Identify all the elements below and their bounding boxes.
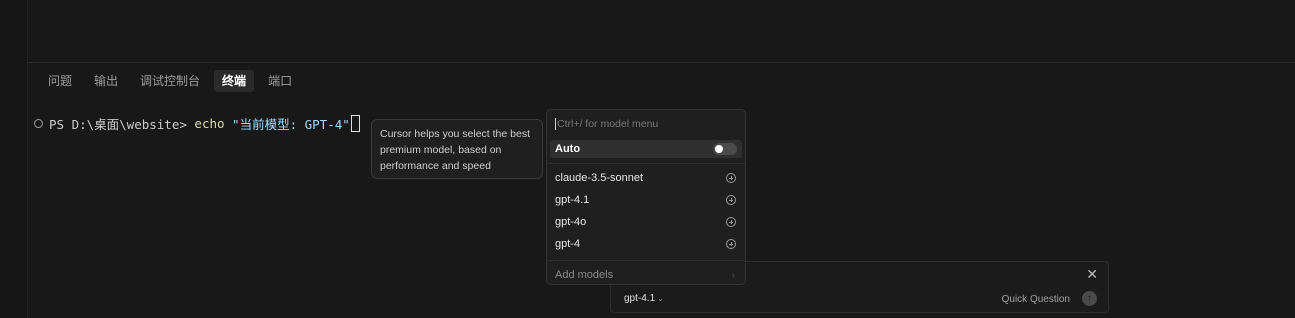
panel-divider bbox=[28, 62, 1295, 63]
terminal-prompt: PS D:\桌面\website> bbox=[49, 117, 195, 132]
panel-tabs: 问题 输出 调试控制台 终端 端口 bbox=[40, 70, 300, 92]
tooltip-text: Cursor helps you select the best premium… bbox=[380, 128, 530, 172]
toggle-knob bbox=[715, 145, 723, 153]
auto-mode-row[interactable]: Auto bbox=[550, 140, 742, 158]
send-icon[interactable]: ↑ bbox=[1082, 291, 1097, 306]
add-circle-icon[interactable] bbox=[726, 195, 736, 205]
add-models-item[interactable]: Add models › bbox=[547, 264, 745, 284]
tab-problems[interactable]: 问题 bbox=[40, 70, 80, 92]
tab-output[interactable]: 输出 bbox=[86, 70, 126, 92]
model-item-label: claude-3.5-sonnet bbox=[555, 172, 644, 184]
add-models-label: Add models bbox=[555, 269, 614, 281]
model-selector-button[interactable]: gpt-4.1 ⌄ bbox=[624, 293, 664, 304]
add-circle-icon[interactable] bbox=[726, 217, 736, 227]
model-item-gpt-4[interactable]: gpt-4 bbox=[547, 233, 745, 255]
command-decoration-icon bbox=[34, 119, 43, 128]
terminal-command-line[interactable]: PS D:\桌面\website> echo "当前模型: GPT-4" bbox=[34, 114, 360, 133]
quick-question-button[interactable]: Quick Question bbox=[1002, 294, 1070, 305]
auto-mode-tooltip: Cursor helps you select the best premium… bbox=[371, 119, 543, 179]
terminal-cursor bbox=[350, 115, 360, 132]
editor-area bbox=[28, 0, 1295, 62]
text-caret bbox=[555, 117, 556, 130]
menu-divider bbox=[547, 260, 745, 261]
model-search-input[interactable]: Ctrl+/ for model menu bbox=[547, 110, 745, 137]
auto-mode-label: Auto bbox=[555, 143, 581, 155]
close-icon[interactable]: ✕ bbox=[1086, 266, 1098, 283]
tab-debug-console[interactable]: 调试控制台 bbox=[132, 70, 208, 92]
tab-ports[interactable]: 端口 bbox=[260, 70, 300, 92]
model-item-label: gpt-4o bbox=[555, 216, 587, 228]
add-circle-icon[interactable] bbox=[726, 239, 736, 249]
activity-bar bbox=[0, 0, 28, 318]
model-item-label: gpt-4.1 bbox=[555, 194, 590, 206]
terminal-command: echo bbox=[194, 116, 225, 131]
terminal-argument: "当前模型: GPT-4" bbox=[224, 117, 350, 132]
model-menu: Ctrl+/ for model menu Auto claude-3.5-so… bbox=[546, 109, 746, 285]
model-item-gpt-4o[interactable]: gpt-4o bbox=[547, 211, 745, 233]
model-item-label: gpt-4 bbox=[555, 238, 581, 250]
auto-mode-toggle[interactable] bbox=[713, 143, 737, 155]
model-item-gpt-4-1[interactable]: gpt-4.1 bbox=[547, 189, 745, 211]
model-search-placeholder: Ctrl+/ for model menu bbox=[557, 117, 659, 130]
menu-divider bbox=[547, 163, 745, 164]
chevron-down-icon: ⌄ bbox=[657, 294, 664, 303]
model-item-claude-3-5-sonnet[interactable]: claude-3.5-sonnet bbox=[547, 167, 745, 189]
add-circle-icon[interactable] bbox=[726, 173, 736, 183]
tab-terminal[interactable]: 终端 bbox=[214, 70, 255, 92]
chevron-right-icon: › bbox=[731, 269, 735, 281]
model-selector-label: gpt-4.1 bbox=[624, 293, 656, 304]
